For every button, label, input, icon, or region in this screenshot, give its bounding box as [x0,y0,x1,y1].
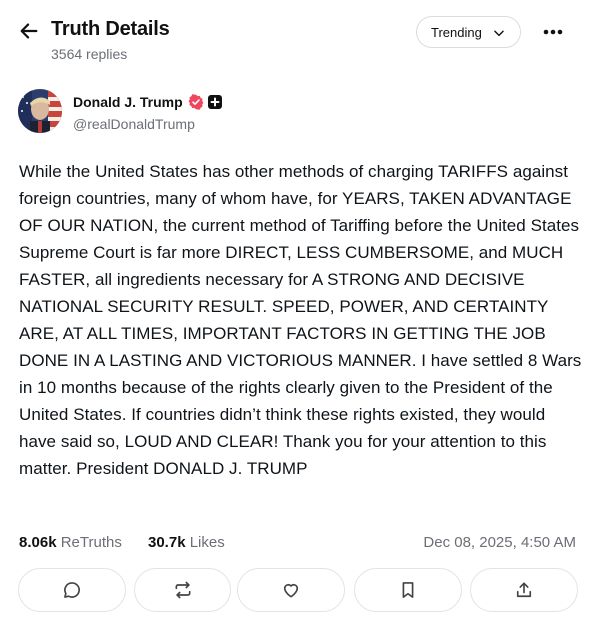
reply-count: 3564 replies [51,46,128,62]
more-options-button[interactable] [540,22,566,42]
retruths-count: 8.06k [19,534,57,551]
arrow-left-icon [20,23,38,39]
sort-dropdown[interactable]: Trending [416,16,521,48]
avatar-image [18,89,62,133]
avatar[interactable] [18,89,62,133]
likes-label: Likes [189,534,225,551]
reply-icon [64,582,80,598]
retruth-button[interactable] [134,568,231,612]
likes-count: 30.7k [148,534,186,551]
chevron-down-icon [494,30,504,37]
share-button[interactable] [470,568,578,612]
reply-button[interactable] [18,568,126,612]
post-author: Donald J. Trump @realDonaldTrump [18,88,578,138]
post-text: While the United States has other method… [19,162,582,478]
bookmark-button[interactable] [354,568,462,612]
share-icon [516,582,532,598]
sort-dropdown-label: Trending [431,24,482,40]
retruths-stat[interactable]: 8.06k ReTruths [19,534,122,551]
page-header: Truth Details 3564 replies Trending [0,0,592,76]
retruth-icon [175,581,190,599]
action-bar [18,568,580,612]
likes-stat[interactable]: 30.7k Likes [148,534,225,551]
post-stats: 8.06k ReTruths 30.7k Likes Dec 08, 2025,… [19,532,579,554]
page-title: Truth Details [51,18,170,40]
plus-badge-icon [208,95,222,109]
more-horizontal-icon [543,29,563,35]
bookmark-icon [402,582,414,598]
heart-icon [283,583,299,598]
back-button[interactable] [18,20,40,42]
like-button[interactable] [237,568,345,612]
author-name[interactable]: Donald J. Trump [73,94,183,110]
verified-badge-icon [188,94,204,110]
post-timestamp: Dec 08, 2025, 4:50 AM [423,534,576,551]
retruths-label: ReTruths [60,534,122,551]
author-handle[interactable]: @realDonaldTrump [73,116,195,132]
